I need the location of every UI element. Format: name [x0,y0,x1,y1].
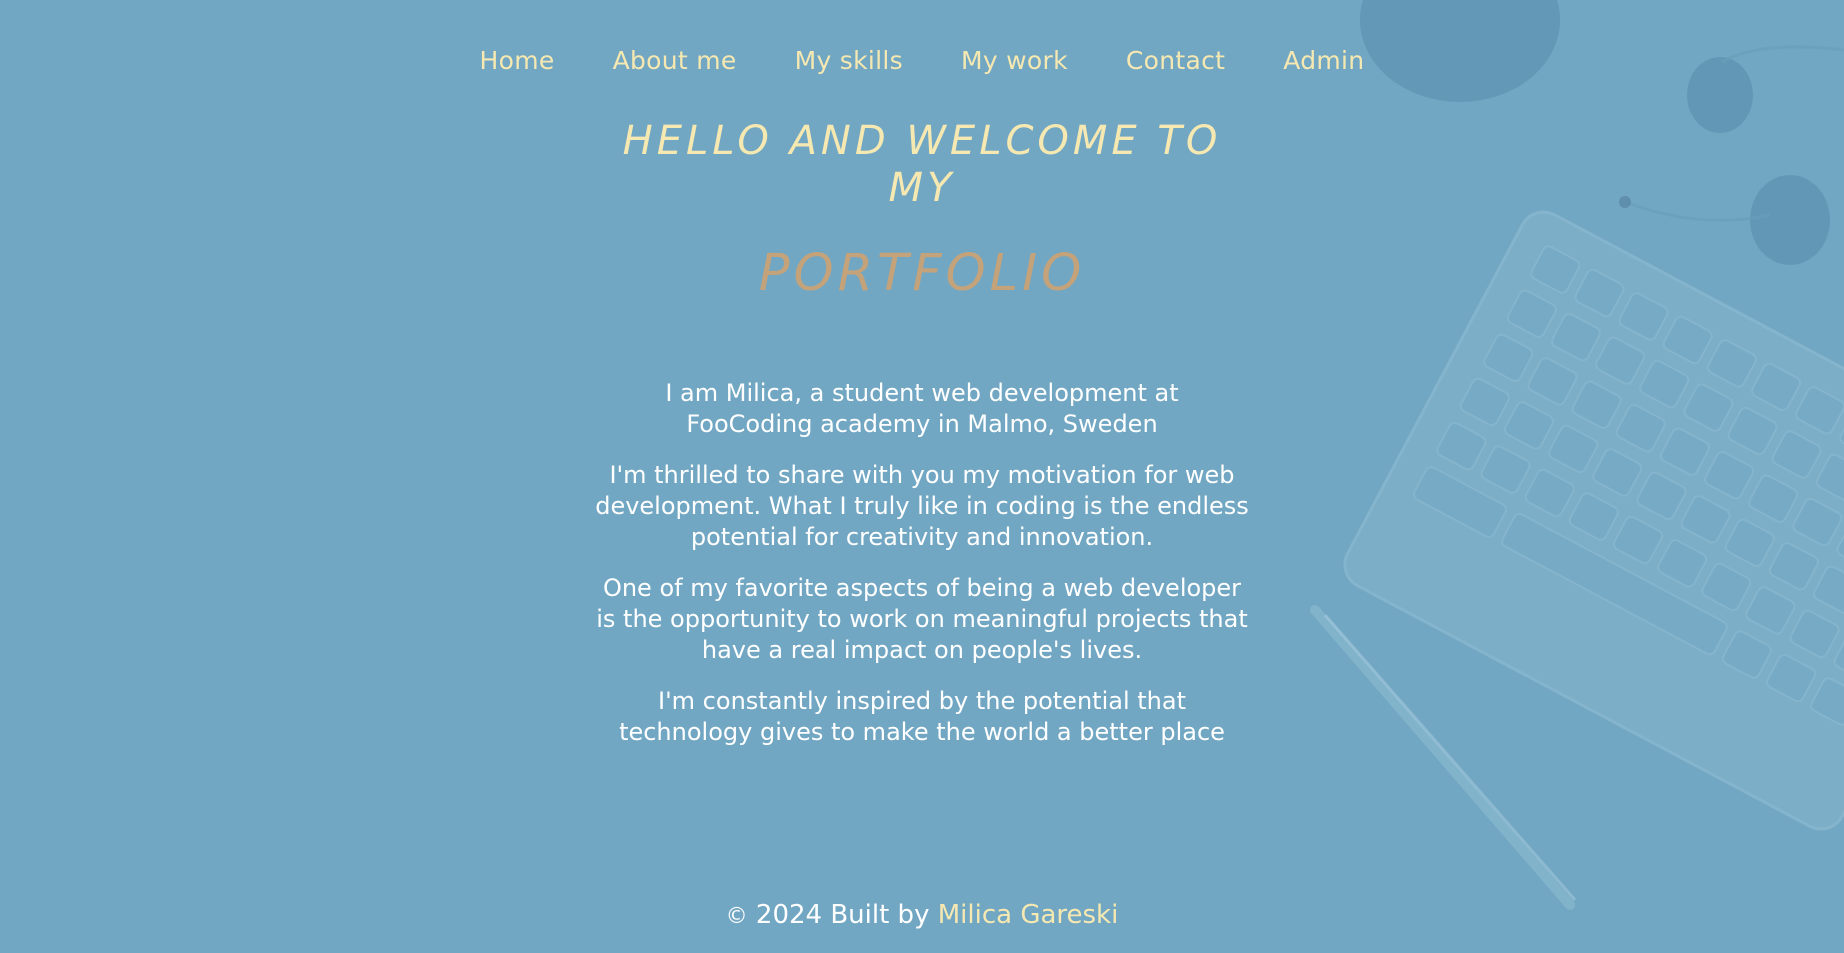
nav-link-my-work[interactable]: My work [932,40,1097,82]
intro-paragraph: I'm thrilled to share with you my motiva… [595,461,1249,551]
author-link[interactable]: Milica Gareski [938,900,1119,930]
nav-link-home[interactable]: Home [451,40,584,82]
hero-heading: HELLO AND WELCOME TO MY [622,118,1222,211]
footer-text: 2024 Built by [755,900,930,930]
intro-paragraph: I am Milica, a student web development a… [665,379,1179,438]
nav-link-about-me[interactable]: About me [584,40,766,82]
footer: © 2024 Built by Milica Gareski [0,900,1844,930]
intro-paragraph: One of my favorite aspects of being a we… [596,574,1248,664]
nav-link-my-skills[interactable]: My skills [766,40,932,82]
hero-section: HELLO AND WELCOME TO MY PORTFOLIO [0,118,1844,304]
hero-subheading: PORTFOLIO [758,244,1086,303]
main-nav: Home About me My skills My work Contact … [0,40,1844,82]
copyright-symbol: © [725,904,748,929]
nav-link-admin[interactable]: Admin [1254,40,1393,82]
nav-link-contact[interactable]: Contact [1097,40,1254,82]
intro-paragraph: I'm constantly inspired by the potential… [619,687,1225,746]
intro-section: I am Milica, a student web development a… [0,378,1844,768]
